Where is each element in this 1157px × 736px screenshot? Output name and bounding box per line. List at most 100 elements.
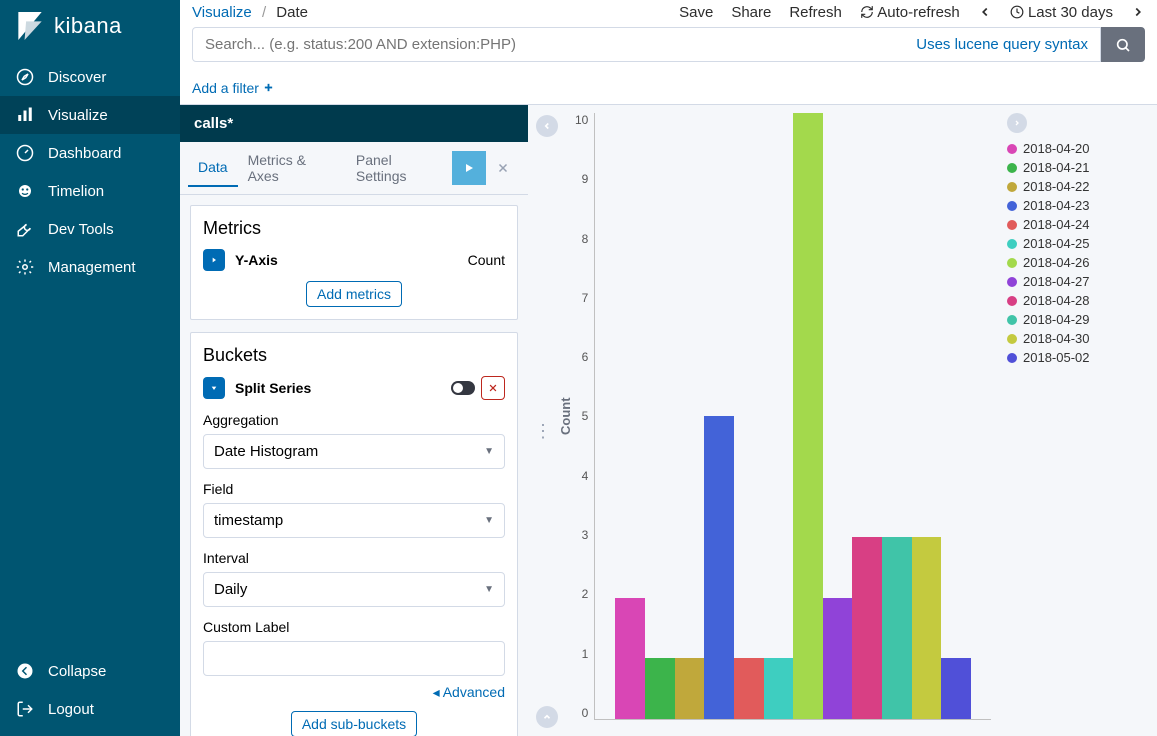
chart-bar[interactable] xyxy=(734,658,764,719)
chart-bar[interactable] xyxy=(912,537,942,719)
legend-color-dot xyxy=(1007,334,1017,344)
breadcrumb-current: Date xyxy=(276,4,308,21)
legend-item[interactable]: 2018-04-29 xyxy=(1007,310,1141,329)
chevron-down-icon: ▼ xyxy=(484,584,494,595)
share-button[interactable]: Share xyxy=(731,4,771,21)
time-range-button[interactable]: Last 30 days xyxy=(1010,4,1113,21)
plus-icon xyxy=(263,82,274,93)
panel-collapse-up[interactable] xyxy=(536,706,558,728)
add-filter-button[interactable]: Add a filter xyxy=(192,80,274,96)
chart-bar[interactable] xyxy=(645,658,675,719)
legend-label: 2018-04-22 xyxy=(1023,179,1090,194)
app-name: kibana xyxy=(54,13,122,39)
chart-bar[interactable] xyxy=(764,658,794,719)
sidebar-item-dashboard[interactable]: Dashboard xyxy=(0,134,180,172)
legend-color-dot xyxy=(1007,315,1017,325)
chart-bar[interactable] xyxy=(675,658,705,719)
discard-changes-button[interactable] xyxy=(486,151,520,185)
sidebar-label: Visualize xyxy=(48,107,108,124)
sidebar-item-timelion[interactable]: Timelion xyxy=(0,172,180,210)
legend-item[interactable]: 2018-04-20 xyxy=(1007,139,1141,158)
chart-bar[interactable] xyxy=(615,598,645,719)
tab-metrics-axes[interactable]: Metrics & Axes xyxy=(238,142,346,194)
legend-item[interactable]: 2018-04-26 xyxy=(1007,253,1141,272)
legend-item[interactable]: 2018-04-21 xyxy=(1007,158,1141,177)
sidebar-item-discover[interactable]: Discover xyxy=(0,58,180,96)
tab-data[interactable]: Data xyxy=(188,149,238,187)
panel-collapse-left[interactable] xyxy=(536,115,558,137)
legend-label: 2018-04-29 xyxy=(1023,312,1090,327)
sidebar-label: Logout xyxy=(48,701,94,718)
legend-item[interactable]: 2018-04-22 xyxy=(1007,177,1141,196)
legend-color-dot xyxy=(1007,296,1017,306)
topbar: Visualize / Date Save Share Refresh Auto… xyxy=(180,0,1157,21)
panel-options-button[interactable]: ⋮ xyxy=(534,421,552,442)
sidebar-item-management[interactable]: Management xyxy=(0,248,180,286)
sidebar-label: Dashboard xyxy=(48,145,121,162)
bucket-delete-button[interactable] xyxy=(481,376,505,400)
config-tabs: Data Metrics & Axes Panel Settings xyxy=(180,142,528,195)
y-tick: 7 xyxy=(582,291,589,305)
legend-item[interactable]: 2018-04-24 xyxy=(1007,215,1141,234)
time-next-button[interactable] xyxy=(1131,4,1145,21)
legend-color-dot xyxy=(1007,220,1017,230)
sidebar-collapse[interactable]: Collapse xyxy=(0,652,180,690)
chart-bars xyxy=(594,113,991,720)
legend-color-dot xyxy=(1007,353,1017,363)
sidebar-item-devtools[interactable]: Dev Tools xyxy=(0,210,180,248)
sidebar: kibana Discover Visualize Dashboard Time… xyxy=(0,0,180,736)
save-button[interactable]: Save xyxy=(679,4,713,21)
bucket-toggle[interactable] xyxy=(203,377,225,399)
breadcrumb-root[interactable]: Visualize xyxy=(192,4,252,21)
advanced-toggle[interactable]: ◂ Advanced xyxy=(203,684,505,701)
config-body: Metrics Y-Axis Count Add metrics Buckets xyxy=(180,195,528,736)
chart-bar[interactable] xyxy=(704,416,734,719)
chart-bar[interactable] xyxy=(823,598,853,719)
legend-item[interactable]: 2018-04-28 xyxy=(1007,291,1141,310)
chart-bar[interactable] xyxy=(941,658,971,719)
sidebar-logout[interactable]: Logout xyxy=(0,690,180,728)
add-sub-buckets-button[interactable]: Add sub-buckets xyxy=(291,711,417,736)
tab-panel-settings[interactable]: Panel Settings xyxy=(346,142,452,194)
search-row: Uses lucene query syntax xyxy=(180,21,1157,72)
chart-bar[interactable] xyxy=(882,537,912,719)
search-box[interactable]: Uses lucene query syntax xyxy=(192,27,1101,62)
auto-refresh-button[interactable]: Auto-refresh xyxy=(860,4,960,21)
collapse-icon xyxy=(16,662,34,680)
chart-bar[interactable] xyxy=(793,113,823,719)
legend-item[interactable]: 2018-04-30 xyxy=(1007,329,1141,348)
y-tick: 5 xyxy=(582,409,589,423)
aggregation-label: Aggregation xyxy=(203,412,505,428)
legend-toggle-button[interactable] xyxy=(1007,113,1027,133)
index-pattern-title: calls* xyxy=(180,105,528,142)
legend-item[interactable]: 2018-04-27 xyxy=(1007,272,1141,291)
apply-changes-button[interactable] xyxy=(452,151,486,185)
sidebar-item-visualize[interactable]: Visualize xyxy=(0,96,180,134)
search-submit-button[interactable] xyxy=(1101,27,1145,62)
y-tick: 9 xyxy=(582,172,589,186)
metric-toggle[interactable] xyxy=(203,249,225,271)
legend-item[interactable]: 2018-04-23 xyxy=(1007,196,1141,215)
add-metrics-button[interactable]: Add metrics xyxy=(306,281,402,307)
interval-label: Interval xyxy=(203,550,505,566)
close-icon xyxy=(497,162,509,174)
logo[interactable]: kibana xyxy=(0,0,180,52)
chevron-left-icon xyxy=(978,5,992,19)
legend-label: 2018-04-26 xyxy=(1023,255,1090,270)
sidebar-label: Discover xyxy=(48,69,106,86)
search-input[interactable] xyxy=(205,36,908,53)
field-select[interactable]: timestamp ▼ xyxy=(203,503,505,538)
lucene-syntax-link[interactable]: Uses lucene query syntax xyxy=(916,36,1088,53)
chart-bar[interactable] xyxy=(852,537,882,719)
bucket-enable-switch[interactable] xyxy=(451,381,475,395)
legend-item[interactable]: 2018-04-25 xyxy=(1007,234,1141,253)
sidebar-label: Management xyxy=(48,259,136,276)
legend-item[interactable]: 2018-05-02 xyxy=(1007,348,1141,367)
legend: 2018-04-202018-04-21 2018-04-22 2018-04-23… xyxy=(991,113,1141,720)
custom-label-input[interactable] xyxy=(203,641,505,676)
refresh-button[interactable]: Refresh xyxy=(789,4,842,21)
interval-select[interactable]: Daily ▼ xyxy=(203,572,505,607)
aggregation-select[interactable]: Date Histogram ▼ xyxy=(203,434,505,469)
legend-label: 2018-04-24 xyxy=(1023,217,1090,232)
time-prev-button[interactable] xyxy=(978,4,992,21)
